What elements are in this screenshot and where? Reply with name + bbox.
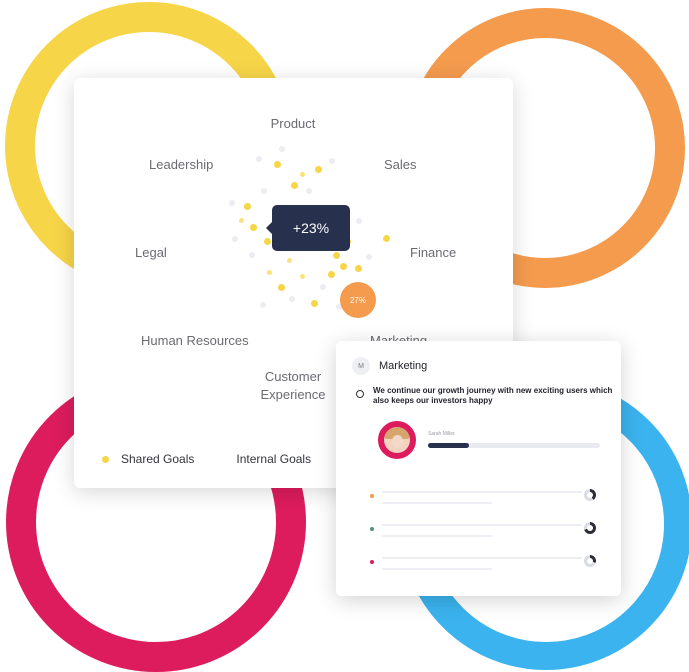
tooltip-value: +23% (292, 220, 330, 236)
key-result-title-placeholder (382, 557, 582, 559)
goal-dot[interactable] (249, 252, 255, 258)
team-avatar-badge: M (352, 357, 370, 375)
legend-shared-label: Shared Goals (121, 452, 195, 466)
team-goal-card: M Marketing We continue our growth journ… (336, 341, 621, 596)
goal-dot[interactable] (287, 258, 292, 263)
key-result-title-placeholder (382, 491, 582, 493)
key-result-dot (370, 560, 374, 564)
owner-name: Sarah Miller (428, 431, 455, 437)
goal-dot[interactable] (260, 302, 266, 308)
goal-dot[interactable] (300, 172, 305, 177)
goal-dot[interactable] (274, 161, 281, 168)
shared-goals-dot (102, 455, 109, 463)
goal-dot[interactable] (229, 200, 235, 206)
goal-dot[interactable] (333, 252, 340, 259)
goal-dot[interactable] (261, 188, 267, 194)
legend-shared-goals[interactable]: Shared Goals (102, 452, 194, 466)
goal-dot[interactable] (355, 265, 362, 272)
goal-dot[interactable] (250, 224, 257, 231)
progress-ring-icon (584, 522, 596, 534)
percent-badge-value: 27% (349, 295, 366, 305)
goal-progress-fill (428, 443, 470, 448)
avatar-photo (384, 427, 410, 453)
goal-dot[interactable] (278, 284, 285, 291)
goal-dot[interactable] (267, 270, 272, 275)
goal-dot[interactable] (291, 182, 298, 189)
key-result-dot (370, 494, 374, 498)
goal-dot[interactable] (256, 156, 262, 162)
progress-ring-icon (584, 555, 596, 567)
goal-dot[interactable] (315, 166, 322, 173)
key-result-title-placeholder (382, 524, 582, 526)
goal-dot[interactable] (264, 238, 271, 245)
key-result-row[interactable] (370, 488, 610, 508)
dept-legal[interactable]: Legal (135, 245, 167, 260)
goal-item[interactable]: We continue our growth journey with new … (356, 386, 613, 406)
growth-tooltip: +23% (266, 205, 350, 251)
goal-dot[interactable] (232, 236, 238, 242)
goal-dot[interactable] (383, 235, 390, 242)
goal-dot[interactable] (329, 158, 335, 164)
key-result-dot (370, 527, 374, 531)
goal-status-icon[interactable] (356, 390, 364, 398)
key-result-row[interactable] (370, 521, 610, 541)
goal-dot[interactable] (279, 146, 285, 152)
goal-dot[interactable] (356, 218, 362, 224)
dept-experience[interactable]: Experience (260, 387, 325, 402)
key-result-row[interactable] (370, 554, 610, 574)
dept-leadership[interactable]: Leadership (149, 157, 213, 172)
goal-dot[interactable] (306, 188, 312, 194)
goal-dot[interactable] (320, 284, 326, 290)
goal-dot[interactable] (328, 271, 335, 278)
goal-dot[interactable] (239, 218, 244, 223)
dept-customer[interactable]: Customer (265, 369, 321, 384)
key-result-meta-placeholder (382, 535, 492, 537)
owner-avatar[interactable] (378, 421, 416, 459)
goal-dot[interactable] (289, 296, 295, 302)
legend: Shared Goals Internal Goals (102, 452, 353, 466)
goal-dot[interactable] (244, 203, 251, 210)
goal-progress-bar (428, 443, 600, 448)
goal-dot[interactable] (311, 300, 318, 307)
key-result-meta-placeholder (382, 502, 492, 504)
progress-ring-icon (584, 489, 596, 501)
goal-dot[interactable] (300, 274, 305, 279)
goal-dot[interactable] (366, 254, 372, 260)
dept-finance[interactable]: Finance (410, 245, 456, 260)
legend-internal-goals[interactable]: Internal Goals (236, 452, 311, 466)
key-result-meta-placeholder (382, 568, 492, 570)
avatar-face (392, 435, 403, 448)
percent-badge[interactable]: 27% (340, 282, 376, 318)
goal-dot[interactable] (340, 263, 347, 270)
dept-human-resources[interactable]: Human Resources (141, 333, 249, 348)
dept-sales[interactable]: Sales (384, 157, 417, 172)
team-header: M Marketing (352, 357, 427, 375)
dept-product[interactable]: Product (271, 116, 316, 131)
team-name: Marketing (379, 360, 428, 372)
legend-internal-label: Internal Goals (236, 452, 312, 466)
goal-text: We continue our growth journey with new … (373, 386, 613, 405)
